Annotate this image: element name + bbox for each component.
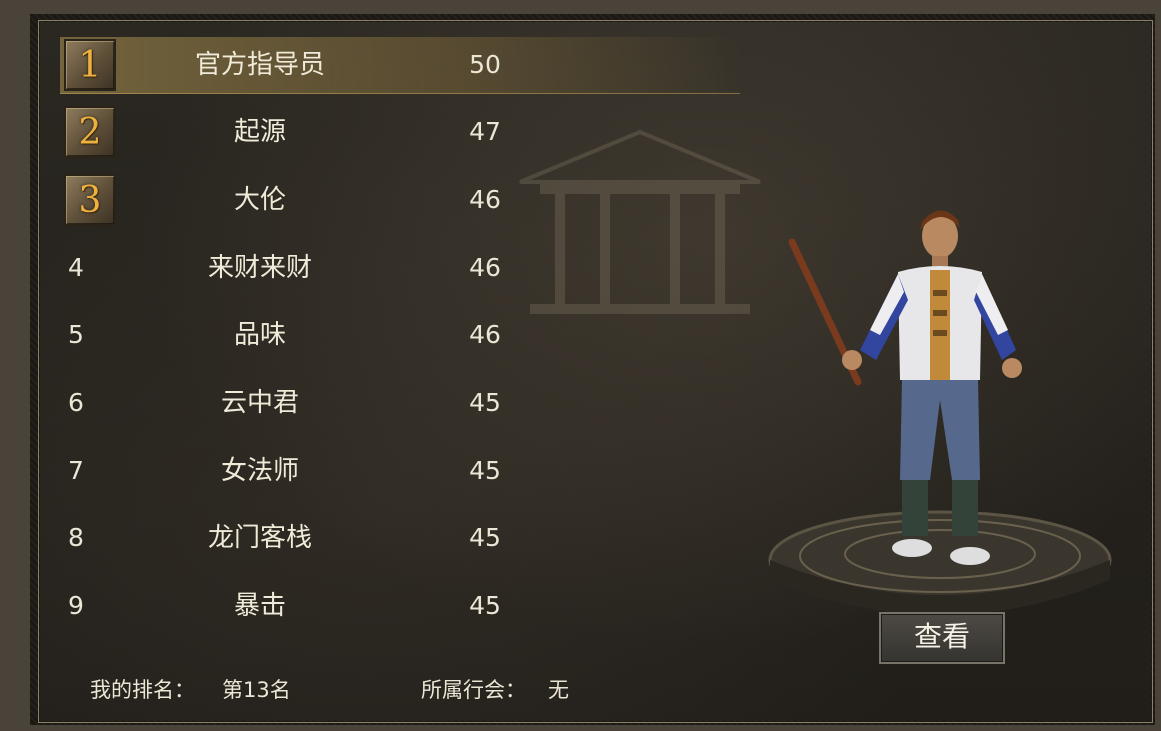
rank-badge-1: 1 <box>64 39 116 91</box>
ranking-row-4[interactable]: 4 来财来财 46 <box>60 240 740 296</box>
rank-number: 4 <box>68 253 84 282</box>
player-name: 龙门客栈 <box>207 523 312 553</box>
ranking-row-6[interactable]: 6 云中君 45 <box>60 375 740 431</box>
player-level: 45 <box>469 388 501 417</box>
player-level: 46 <box>469 253 501 282</box>
player-level: 45 <box>469 591 501 620</box>
player-name: 品味 <box>233 320 286 350</box>
character-model <box>788 210 1022 565</box>
guild-label: 所属行会： <box>421 678 526 702</box>
rank-number: 9 <box>68 591 84 620</box>
player-level: 50 <box>469 50 501 79</box>
player-name: 官方指导员 <box>194 50 325 80</box>
player-name: 暴击 <box>233 591 286 621</box>
rank-badge-2: 2 <box>64 106 116 158</box>
player-name: 云中君 <box>220 388 299 418</box>
player-level: 46 <box>469 320 501 349</box>
player-name: 大伦 <box>233 185 286 215</box>
view-button[interactable]: 查看 <box>879 612 1005 664</box>
player-level: 46 <box>469 185 501 214</box>
my-rank-label: 我的排名： <box>90 678 195 702</box>
player-level: 45 <box>469 523 501 552</box>
player-level: 47 <box>469 117 501 146</box>
ranking-row-5[interactable]: 5 品味 46 <box>60 307 740 363</box>
ranking-row-2[interactable]: 2 起源 47 <box>60 104 740 160</box>
ranking-row-3[interactable]: 3 大伦 46 <box>60 172 740 228</box>
ranking-row-9[interactable]: 9 暴击 45 <box>60 578 740 634</box>
rank-badge-3: 3 <box>64 174 116 226</box>
rank-number: 7 <box>68 456 84 485</box>
ranking-row-1[interactable]: 1 官方指导员 50 <box>60 37 740 94</box>
ranking-row-7[interactable]: 7 女法师 45 <box>60 443 740 499</box>
rank-number: 5 <box>68 320 84 349</box>
player-name: 女法师 <box>220 456 299 486</box>
player-name: 来财来财 <box>207 253 312 283</box>
ranking-row-8[interactable]: 8 龙门客栈 45 <box>60 510 740 566</box>
my-rank-value: 第13名 <box>222 678 291 702</box>
rank-number: 8 <box>68 523 84 552</box>
player-name: 起源 <box>233 117 286 147</box>
guild-value: 无 <box>548 678 569 702</box>
rank-number: 6 <box>68 388 84 417</box>
player-level: 45 <box>469 456 501 485</box>
